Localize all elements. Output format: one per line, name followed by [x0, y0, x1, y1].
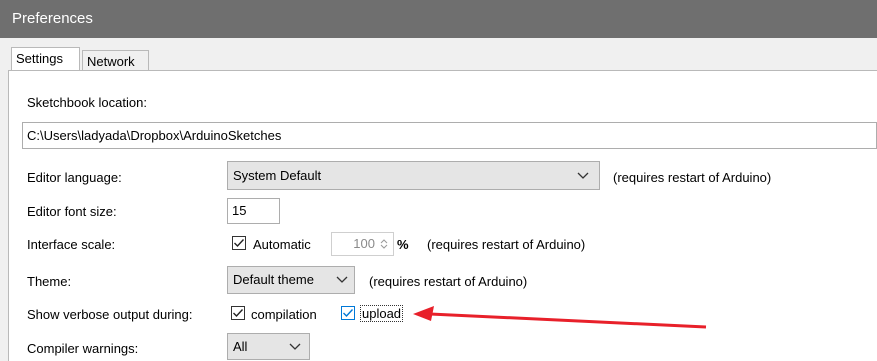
compilation-label: compilation: [251, 307, 317, 322]
editor-language-value: System Default: [233, 168, 322, 183]
theme-label: Theme:: [27, 274, 72, 289]
checkmark-icon: [233, 309, 244, 318]
theme-select[interactable]: Default theme: [227, 266, 355, 294]
compiler-warnings-select[interactable]: All: [227, 333, 310, 360]
chevron-down-icon: [336, 276, 348, 283]
spinner-arrows-icon[interactable]: [380, 238, 388, 250]
upload-checkbox[interactable]: [341, 306, 355, 320]
compiler-warnings-value: All: [233, 339, 248, 354]
chevron-down-icon: [289, 343, 301, 350]
editor-language-select[interactable]: System Default: [227, 161, 600, 190]
tab-settings[interactable]: Settings: [11, 47, 80, 71]
sketchbook-location-label: Sketchbook location:: [27, 95, 147, 110]
chevron-down-icon: [577, 172, 589, 179]
automatic-checkbox[interactable]: [232, 236, 246, 250]
window-title: Preferences: [0, 0, 877, 38]
interface-scale-label: Interface scale:: [27, 237, 116, 252]
red-arrow-annotation: [413, 306, 707, 329]
compilation-checkbox[interactable]: [231, 306, 245, 320]
interface-scale-unit: %: [397, 237, 409, 252]
theme-value: Default theme: [233, 272, 314, 287]
interface-scale-note: (requires restart of Arduino): [427, 237, 586, 252]
automatic-label: Automatic: [253, 237, 311, 252]
interface-scale-value: 100: [353, 236, 375, 251]
editor-font-size-label: Editor font size:: [27, 204, 117, 219]
verbose-output-label: Show verbose output during:: [27, 307, 193, 322]
compiler-warnings-label: Compiler warnings:: [27, 341, 139, 356]
editor-language-label: Editor language:: [27, 170, 122, 185]
theme-note: (requires restart of Arduino): [369, 274, 528, 289]
editor-font-size-input[interactable]: 15: [227, 198, 280, 224]
checkmark-icon: [234, 239, 245, 248]
upload-label: upload: [359, 305, 404, 322]
interface-scale-spinner[interactable]: 100: [331, 232, 394, 256]
checkmark-icon: [343, 309, 354, 318]
sketchbook-location-input[interactable]: C:\Users\ladyada\Dropbox\ArduinoSketches: [22, 122, 877, 149]
tab-network[interactable]: Network: [82, 50, 149, 72]
editor-language-note: (requires restart of Arduino): [613, 170, 772, 185]
